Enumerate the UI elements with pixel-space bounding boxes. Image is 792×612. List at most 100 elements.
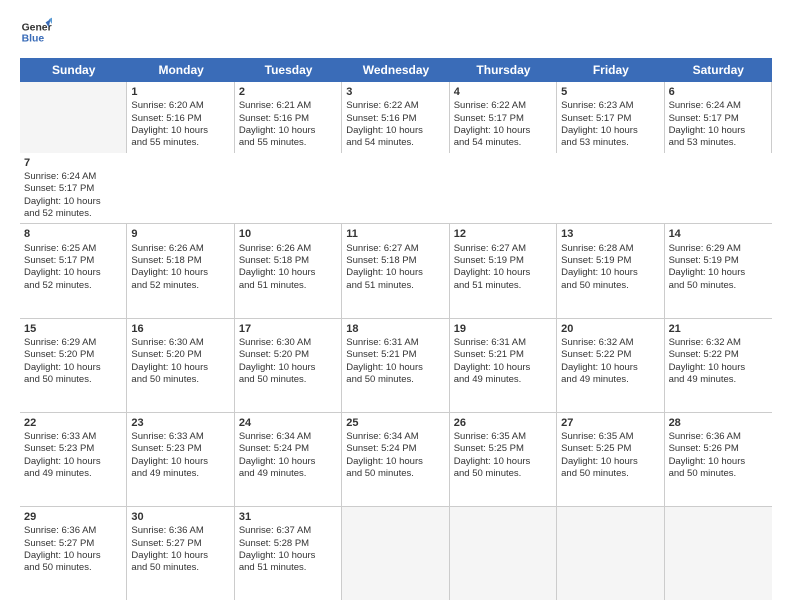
day-info-line: Daylight: 10 hours [131, 550, 229, 562]
day-info-line: Daylight: 10 hours [561, 267, 659, 279]
day-info-line: Daylight: 10 hours [131, 267, 229, 279]
day-info-line: Daylight: 10 hours [131, 125, 229, 137]
day-info-line: Sunset: 5:20 PM [239, 349, 337, 361]
day-number: 16 [131, 322, 229, 336]
day-info-line: and 50 minutes. [561, 468, 659, 480]
calendar-header: SundayMondayTuesdayWednesdayThursdayFrid… [20, 58, 772, 82]
day-info-line: and 50 minutes. [346, 468, 444, 480]
day-info-line: Daylight: 10 hours [239, 362, 337, 374]
day-info-line: Sunrise: 6:22 AM [454, 100, 552, 112]
day-info-line: Sunset: 5:19 PM [454, 255, 552, 267]
calendar-cell: 18Sunrise: 6:31 AMSunset: 5:21 PMDayligh… [342, 319, 449, 412]
day-info-line: Sunset: 5:24 PM [239, 443, 337, 455]
day-number: 15 [24, 322, 122, 336]
day-info-line: Sunrise: 6:35 AM [561, 431, 659, 443]
day-info-line: Sunset: 5:23 PM [131, 443, 229, 455]
calendar-cell [20, 82, 127, 153]
calendar-cell: 19Sunrise: 6:31 AMSunset: 5:21 PMDayligh… [450, 319, 557, 412]
day-info-line: Daylight: 10 hours [346, 362, 444, 374]
day-info-line: and 54 minutes. [346, 137, 444, 149]
calendar-day-header: Monday [127, 58, 234, 82]
day-info-line: and 50 minutes. [24, 562, 122, 574]
day-info-line: Sunrise: 6:26 AM [239, 243, 337, 255]
logo-icon: General Blue [20, 16, 52, 48]
calendar-cell: 3Sunrise: 6:22 AMSunset: 5:16 PMDaylight… [342, 82, 449, 153]
day-info-line: Sunrise: 6:35 AM [454, 431, 552, 443]
day-info-line: Sunrise: 6:32 AM [669, 337, 768, 349]
header: General Blue [20, 16, 772, 48]
day-info-line: and 51 minutes. [239, 280, 337, 292]
day-info-line: Sunrise: 6:20 AM [131, 100, 229, 112]
calendar-cell: 31Sunrise: 6:37 AMSunset: 5:28 PMDayligh… [235, 507, 342, 600]
day-number: 10 [239, 227, 337, 241]
day-number: 14 [669, 227, 768, 241]
day-info-line: Sunset: 5:17 PM [561, 113, 659, 125]
day-info-line: Sunset: 5:16 PM [346, 113, 444, 125]
day-info-line: and 52 minutes. [131, 280, 229, 292]
page: General Blue SundayMondayTuesdayWednesda… [0, 0, 792, 612]
day-number: 1 [131, 85, 229, 99]
day-info-line: Sunrise: 6:28 AM [561, 243, 659, 255]
day-number: 31 [239, 510, 337, 524]
day-info-line: Daylight: 10 hours [346, 456, 444, 468]
day-number: 12 [454, 227, 552, 241]
day-info-line: Daylight: 10 hours [346, 125, 444, 137]
calendar-cell [665, 507, 772, 600]
calendar-cell: 15Sunrise: 6:29 AMSunset: 5:20 PMDayligh… [20, 319, 127, 412]
day-number: 21 [669, 322, 768, 336]
day-info-line: Sunrise: 6:30 AM [239, 337, 337, 349]
day-info-line: Sunset: 5:21 PM [454, 349, 552, 361]
calendar-cell: 16Sunrise: 6:30 AMSunset: 5:20 PMDayligh… [127, 319, 234, 412]
day-number: 25 [346, 416, 444, 430]
day-number: 19 [454, 322, 552, 336]
day-info-line: Sunrise: 6:24 AM [24, 171, 123, 183]
day-number: 4 [454, 85, 552, 99]
day-info-line: Sunset: 5:21 PM [346, 349, 444, 361]
calendar-day-header: Wednesday [342, 58, 449, 82]
day-number: 20 [561, 322, 659, 336]
day-number: 11 [346, 227, 444, 241]
calendar-day-header: Sunday [20, 58, 127, 82]
calendar-cell: 12Sunrise: 6:27 AMSunset: 5:19 PMDayligh… [450, 224, 557, 317]
day-info-line: Sunset: 5:17 PM [669, 113, 767, 125]
day-info-line: and 49 minutes. [131, 468, 229, 480]
day-info-line: and 49 minutes. [239, 468, 337, 480]
calendar-body: 1Sunrise: 6:20 AMSunset: 5:16 PMDaylight… [20, 82, 772, 600]
day-info-line: Sunset: 5:19 PM [669, 255, 768, 267]
day-number: 17 [239, 322, 337, 336]
day-info-line: Daylight: 10 hours [24, 550, 122, 562]
day-info-line: Sunrise: 6:26 AM [131, 243, 229, 255]
day-info-line: Daylight: 10 hours [239, 456, 337, 468]
calendar-row: 15Sunrise: 6:29 AMSunset: 5:20 PMDayligh… [20, 319, 772, 413]
day-number: 8 [24, 227, 122, 241]
day-info-line: Sunset: 5:17 PM [24, 183, 123, 195]
calendar-cell: 6Sunrise: 6:24 AMSunset: 5:17 PMDaylight… [665, 82, 772, 153]
day-info-line: Daylight: 10 hours [669, 267, 768, 279]
day-info-line: Sunset: 5:19 PM [561, 255, 659, 267]
calendar: SundayMondayTuesdayWednesdayThursdayFrid… [20, 58, 772, 600]
day-info-line: and 50 minutes. [669, 280, 768, 292]
day-number: 7 [24, 156, 123, 170]
day-info-line: Sunrise: 6:30 AM [131, 337, 229, 349]
day-info-line: Sunset: 5:16 PM [239, 113, 337, 125]
day-info-line: Sunset: 5:20 PM [131, 349, 229, 361]
day-number: 24 [239, 416, 337, 430]
calendar-cell: 17Sunrise: 6:30 AMSunset: 5:20 PMDayligh… [235, 319, 342, 412]
day-info-line: Sunrise: 6:29 AM [669, 243, 768, 255]
calendar-cell: 9Sunrise: 6:26 AMSunset: 5:18 PMDaylight… [127, 224, 234, 317]
day-info-line: and 50 minutes. [561, 280, 659, 292]
day-info-line: Sunrise: 6:22 AM [346, 100, 444, 112]
day-info-line: Sunrise: 6:37 AM [239, 525, 337, 537]
day-info-line: Sunset: 5:18 PM [346, 255, 444, 267]
day-info-line: and 50 minutes. [669, 468, 768, 480]
calendar-cell: 30Sunrise: 6:36 AMSunset: 5:27 PMDayligh… [127, 507, 234, 600]
day-info-line: Sunset: 5:26 PM [669, 443, 768, 455]
day-info-line: Daylight: 10 hours [454, 362, 552, 374]
calendar-row: 8Sunrise: 6:25 AMSunset: 5:17 PMDaylight… [20, 224, 772, 318]
calendar-cell: 2Sunrise: 6:21 AMSunset: 5:16 PMDaylight… [235, 82, 342, 153]
day-info-line: and 55 minutes. [239, 137, 337, 149]
day-number: 18 [346, 322, 444, 336]
calendar-cell: 7Sunrise: 6:24 AMSunset: 5:17 PMDaylight… [20, 153, 127, 224]
day-info-line: and 51 minutes. [346, 280, 444, 292]
calendar-cell: 24Sunrise: 6:34 AMSunset: 5:24 PMDayligh… [235, 413, 342, 506]
